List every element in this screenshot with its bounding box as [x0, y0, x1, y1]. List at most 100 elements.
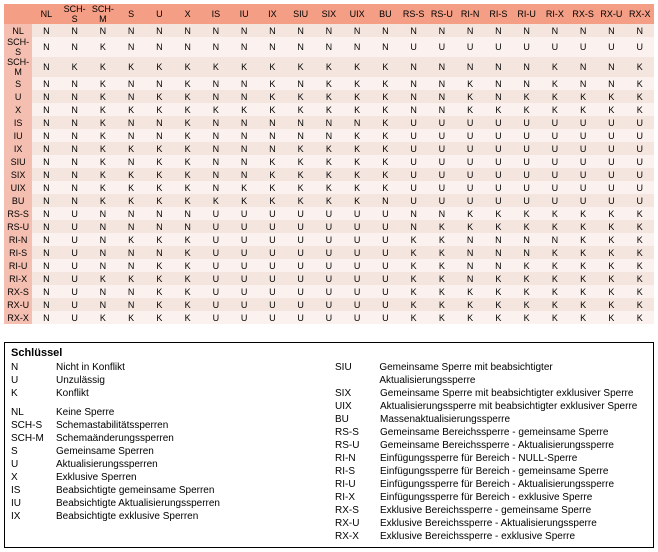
cell: N [202, 90, 230, 103]
cell: K [597, 103, 625, 116]
legend-row: RS-SGemeinsame Bereichssperre - gemeinsa… [335, 426, 647, 439]
cell: U [541, 37, 569, 57]
cell: U [343, 246, 371, 259]
cell: N [61, 116, 89, 129]
legend-desc: Massenaktualisierungssperre [380, 413, 510, 426]
cell: N [32, 77, 60, 90]
legend-row: XExklusive Sperren [11, 471, 323, 484]
cell: K [456, 285, 484, 298]
legend-key: RI-X [335, 491, 380, 504]
cell: K [258, 194, 286, 207]
cell: N [400, 103, 428, 116]
cell: U [456, 142, 484, 155]
cell: U [569, 129, 597, 142]
cell: K [569, 311, 597, 324]
cell: N [315, 24, 343, 37]
cell: U [202, 311, 230, 324]
col-header: IU [230, 4, 258, 24]
cell: N [315, 116, 343, 129]
cell: K [287, 181, 315, 194]
cell: K [287, 168, 315, 181]
cell: U [61, 298, 89, 311]
cell: N [456, 57, 484, 77]
cell: U [541, 168, 569, 181]
cell: U [371, 285, 399, 298]
cell: K [117, 57, 145, 77]
cell: U [513, 155, 541, 168]
cell: N [202, 142, 230, 155]
cell: U [597, 194, 625, 207]
cell: K [315, 181, 343, 194]
cell: U [400, 116, 428, 129]
cell: K [541, 77, 569, 90]
legend-key: SCH-S [11, 419, 56, 432]
cell: U [428, 181, 456, 194]
cell: K [513, 103, 541, 116]
col-header: RX-S [569, 4, 597, 24]
cell: K [597, 207, 625, 220]
col-header: RX-X [626, 4, 655, 24]
col-header: RS-S [400, 4, 428, 24]
cell: U [202, 220, 230, 233]
cell: N [61, 194, 89, 207]
cell: N [32, 285, 60, 298]
cell: K [513, 90, 541, 103]
cell: K [89, 90, 117, 103]
cell: U [513, 142, 541, 155]
cell: N [117, 155, 145, 168]
cell: K [400, 285, 428, 298]
cell: U [230, 246, 258, 259]
cell: U [541, 142, 569, 155]
cell: U [428, 116, 456, 129]
cell: N [258, 129, 286, 142]
cell: N [32, 194, 60, 207]
cell: K [145, 57, 173, 77]
cell: N [145, 116, 173, 129]
cell: K [174, 259, 202, 272]
legend-key: RS-S [335, 426, 380, 439]
col-header: SCH-S [61, 4, 89, 24]
cell: U [315, 259, 343, 272]
cell: K [541, 103, 569, 116]
cell: K [428, 311, 456, 324]
cell: N [202, 37, 230, 57]
cell: U [541, 116, 569, 129]
cell: N [61, 142, 89, 155]
cell: U [61, 259, 89, 272]
cell: K [626, 311, 655, 324]
legend-row: SIXGemeinsame Sperre mit beabsichtigter … [335, 387, 647, 400]
cell: N [89, 207, 117, 220]
cell: N [32, 207, 60, 220]
cell: N [484, 57, 512, 77]
cell: N [202, 77, 230, 90]
legend-key: X [11, 471, 56, 484]
cell: K [315, 168, 343, 181]
cell: U [287, 311, 315, 324]
cell: U [258, 246, 286, 259]
cell: N [230, 155, 258, 168]
legend-key: IU [11, 497, 56, 510]
cell: K [371, 142, 399, 155]
cell: K [89, 311, 117, 324]
legend-row: SCH-SSchemastabilitätssperren [11, 419, 323, 432]
cell: K [287, 155, 315, 168]
cell: U [61, 220, 89, 233]
cell: N [117, 90, 145, 103]
cell: N [61, 24, 89, 37]
cell: U [597, 142, 625, 155]
col-header: RI-S [484, 4, 512, 24]
cell: K [343, 57, 371, 77]
cell: K [258, 168, 286, 181]
col-header: SIU [287, 4, 315, 24]
cell: U [287, 285, 315, 298]
cell: U [343, 207, 371, 220]
cell: K [400, 259, 428, 272]
legend-row: RI-SEinfügungssperre für Bereich - gemei… [335, 465, 647, 478]
cell: K [428, 272, 456, 285]
legend-desc: Einfügungssperre für Bereich - exklusive… [380, 491, 592, 504]
cell: N [541, 233, 569, 246]
cell: U [287, 259, 315, 272]
legend-row: NNicht in Konflikt [11, 361, 323, 374]
cell: N [61, 168, 89, 181]
row-header: RX-X [4, 311, 32, 324]
